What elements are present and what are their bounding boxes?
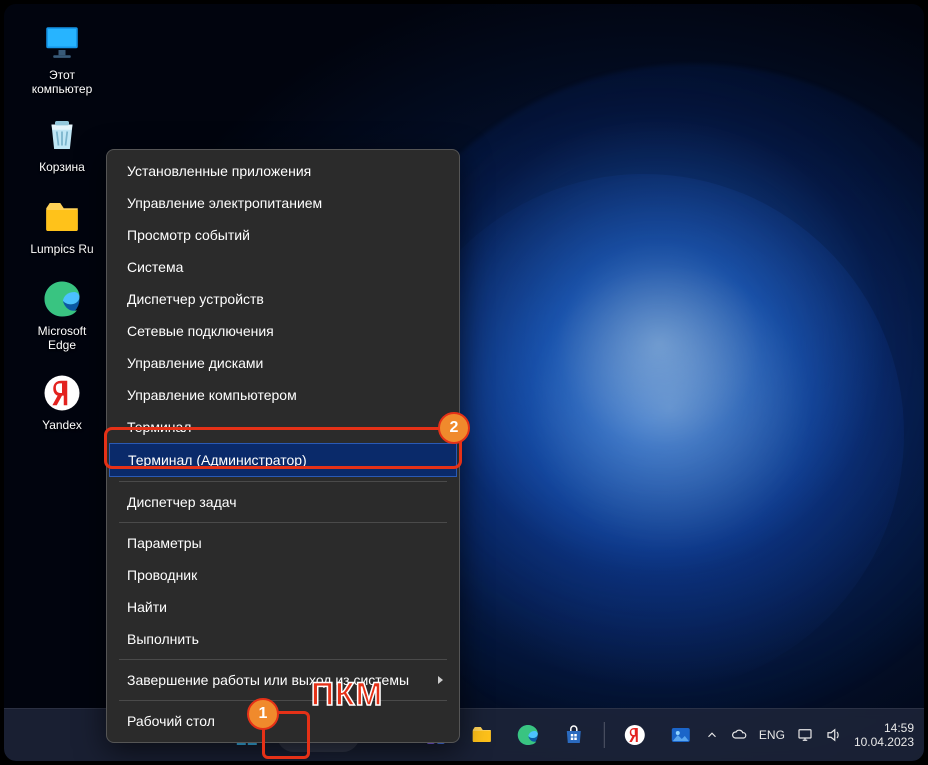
annotation-badge-1: 1 xyxy=(247,698,279,730)
menu-terminal-admin[interactable]: Терминал (Администратор) xyxy=(109,443,457,477)
trash-icon xyxy=(41,114,83,156)
taskbar-separator xyxy=(604,722,605,748)
taskbar-photos[interactable] xyxy=(661,715,701,755)
desktop-icon-yandex[interactable]: Yandex xyxy=(22,372,102,432)
separator xyxy=(119,700,447,701)
edge-icon xyxy=(41,278,83,320)
icon-label: Microsoft Edge xyxy=(22,324,102,352)
icon-label: Yandex xyxy=(22,418,102,432)
winx-context-menu: Установленные приложения Управление элек… xyxy=(106,149,460,743)
menu-computer-management[interactable]: Управление компьютером xyxy=(109,379,457,411)
icon-label: Этот компьютер xyxy=(22,68,102,96)
annotation-badge-2: 2 xyxy=(438,412,470,444)
desktop-icon-recycle-bin[interactable]: Корзина xyxy=(22,114,102,174)
menu-disk-management[interactable]: Управление дисками xyxy=(109,347,457,379)
menu-power-options[interactable]: Управление электропитанием xyxy=(109,187,457,219)
taskbar-store[interactable] xyxy=(554,715,594,755)
menu-task-manager[interactable]: Диспетчер задач xyxy=(109,486,457,518)
taskbar-edge[interactable] xyxy=(508,715,548,755)
icon-label: Корзина xyxy=(22,160,102,174)
tray-date: 10.04.2023 xyxy=(854,735,914,749)
chevron-up-icon[interactable] xyxy=(705,728,719,742)
volume-icon[interactable] xyxy=(825,726,843,744)
desktop-icon-edge[interactable]: Microsoft Edge xyxy=(22,278,102,352)
menu-shutdown-signout[interactable]: Завершение работы или выход из системы xyxy=(109,664,457,696)
taskbar-yandex[interactable] xyxy=(615,715,655,755)
folder-icon xyxy=(470,723,494,747)
desktop-icon-folder[interactable]: Lumpics Ru xyxy=(22,196,102,256)
folder-icon xyxy=(41,196,83,238)
separator xyxy=(119,481,447,482)
store-icon xyxy=(562,723,586,747)
menu-system[interactable]: Система xyxy=(109,251,457,283)
menu-settings[interactable]: Параметры xyxy=(109,527,457,559)
separator xyxy=(119,659,447,660)
menu-event-viewer[interactable]: Просмотр событий xyxy=(109,219,457,251)
tray-clock[interactable]: 14:59 10.04.2023 xyxy=(854,721,914,749)
icon-label: Lumpics Ru xyxy=(22,242,102,256)
desktop-icon-this-pc[interactable]: Этот компьютер xyxy=(22,22,102,96)
network-icon[interactable] xyxy=(796,726,814,744)
menu-run[interactable]: Выполнить xyxy=(109,623,457,655)
photos-icon xyxy=(669,723,693,747)
menu-desktop[interactable]: Рабочий стол xyxy=(109,705,457,737)
desktop[interactable]: Этот компьютер Корзина Lumpics Ru Micros… xyxy=(4,4,924,761)
separator xyxy=(119,522,447,523)
tray-time: 14:59 xyxy=(854,721,914,735)
monitor-icon xyxy=(41,22,83,64)
yandex-icon xyxy=(41,372,83,414)
system-tray: ENG 14:59 10.04.2023 xyxy=(705,721,914,749)
tray-language[interactable]: ENG xyxy=(759,728,785,742)
menu-device-manager[interactable]: Диспетчер устройств xyxy=(109,283,457,315)
annotation-rmb-label: ПКМ xyxy=(311,676,383,713)
onedrive-icon[interactable] xyxy=(730,726,748,744)
menu-search[interactable]: Найти xyxy=(109,591,457,623)
menu-installed-apps[interactable]: Установленные приложения xyxy=(109,155,457,187)
edge-icon xyxy=(516,723,540,747)
menu-terminal[interactable]: Терминал xyxy=(109,411,457,443)
taskbar-explorer[interactable] xyxy=(462,715,502,755)
menu-network-connections[interactable]: Сетевые подключения xyxy=(109,315,457,347)
yandex-icon xyxy=(623,723,647,747)
menu-file-explorer[interactable]: Проводник xyxy=(109,559,457,591)
